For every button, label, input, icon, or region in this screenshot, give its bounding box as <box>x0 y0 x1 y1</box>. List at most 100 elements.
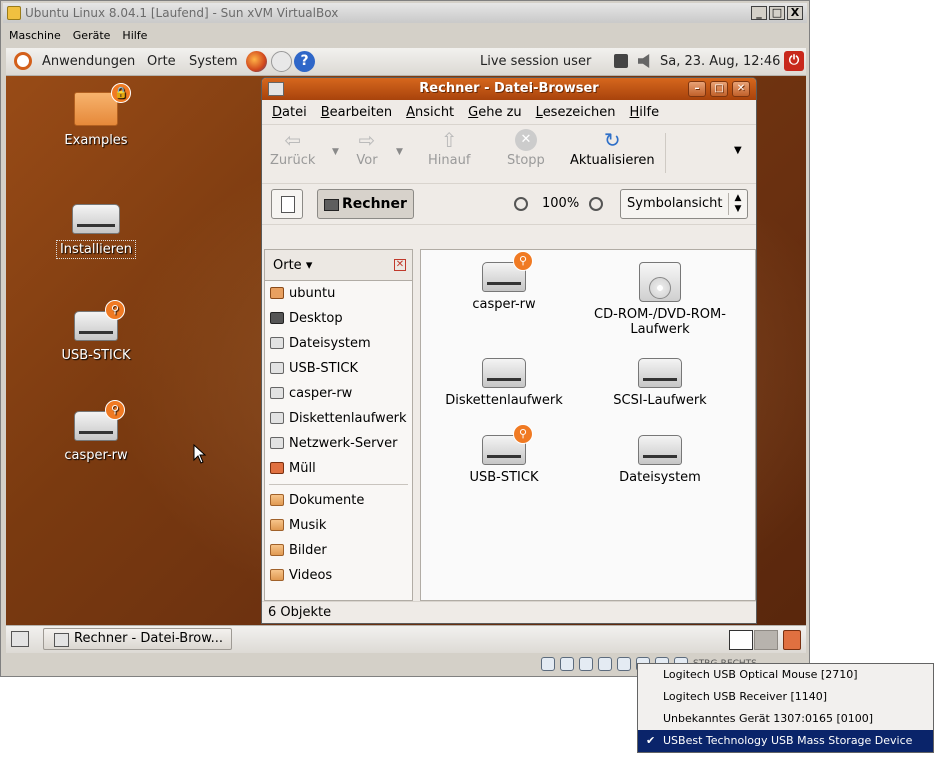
mail-icon[interactable] <box>271 51 292 72</box>
usb-badge-icon: ⚲ <box>513 251 533 271</box>
desktop-icon-usb-stick[interactable]: ⚲ USB-STICK <box>41 300 151 364</box>
sidebar-item-muell[interactable]: Müll <box>265 456 412 481</box>
item-scsi-laufwerk[interactable]: SCSI-Laufwerk <box>585 358 735 408</box>
zoom-out-icon[interactable] <box>514 197 528 211</box>
vbox-menu-hilfe[interactable]: Hilfe <box>122 29 147 42</box>
vbox-menu-geraete[interactable]: Geräte <box>73 29 111 42</box>
vbox-close-button[interactable]: X <box>787 6 803 20</box>
sidebar-item-usb-stick[interactable]: USB-STICK <box>265 356 412 381</box>
up-button[interactable]: ⇧ Hinauf <box>428 129 470 168</box>
sidebar-type-dropdown[interactable]: Orte ▾ <box>273 258 312 273</box>
vbox-menu-maschine[interactable]: Maschine <box>9 29 61 42</box>
toggle-location-edit-button[interactable] <box>271 189 303 219</box>
forward-arrow-icon: ⇨ <box>358 128 376 152</box>
floppy-status-icon[interactable] <box>579 657 593 671</box>
zoom-level[interactable]: 100% <box>542 196 579 211</box>
menu-bearbeiten[interactable]: Bearbeiten <box>321 105 392 120</box>
menu-datei[interactable]: Datei <box>272 105 307 120</box>
usb-drive-icon <box>270 362 284 374</box>
forward-history-dropdown[interactable]: ▼ <box>396 147 403 157</box>
maximize-button[interactable]: □ <box>710 81 728 97</box>
toolbar-overflow-icon[interactable]: ▼ <box>734 145 742 156</box>
sidebar-item-diskettenlaufwerk[interactable]: Diskettenlaufwerk <box>265 406 412 431</box>
ubuntu-logo-icon[interactable] <box>14 52 32 70</box>
sidebar-item-dokumente[interactable]: Dokumente <box>265 488 412 513</box>
back-button[interactable]: ⇦ Zurück <box>270 129 315 168</box>
trash-applet-icon[interactable] <box>783 630 801 650</box>
desktop-icon-casper-rw[interactable]: ⚲ casper-rw <box>41 400 151 464</box>
item-casper-rw[interactable]: ⚲ casper-rw <box>429 251 579 312</box>
menu-anwendungen[interactable]: Anwendungen <box>42 54 135 69</box>
item-usb-stick[interactable]: ⚲ USB-STICK <box>429 424 579 485</box>
sidebar-item-netzwerk-server[interactable]: Netzwerk-Server <box>265 431 412 456</box>
folder-icon <box>270 519 284 531</box>
volume-icon[interactable] <box>638 54 650 68</box>
desktop-icon-installieren[interactable]: Installieren <box>41 204 151 259</box>
taskbar-button-file-browser[interactable]: Rechner - Datei-Brow... <box>43 628 232 650</box>
zoom-in-icon[interactable] <box>589 197 603 211</box>
usb-drive-icon: ⚲ <box>482 424 533 465</box>
network-status-icon[interactable] <box>598 657 612 671</box>
menu-system[interactable]: System <box>189 54 237 69</box>
sidebar-item-ubuntu[interactable]: ubuntu <box>265 281 412 306</box>
sidebar-item-videos[interactable]: Videos <box>265 563 412 588</box>
harddisk-status-icon[interactable] <box>541 657 555 671</box>
stop-button[interactable]: ✕ Stopp <box>507 129 545 168</box>
sidebar-item-casper-rw[interactable]: casper-rw <box>265 381 412 406</box>
usb-badge-icon: ⚲ <box>105 400 125 420</box>
folder-icon <box>270 494 284 506</box>
window-menu-icon[interactable] <box>268 82 284 96</box>
firefox-icon[interactable] <box>246 51 267 72</box>
sidebar-close-icon[interactable]: ✕ <box>394 259 406 271</box>
session-user[interactable]: Live session user <box>480 54 591 69</box>
sidebar-item-desktop[interactable]: Desktop <box>265 306 412 331</box>
reload-button[interactable]: ↻ Aktualisieren <box>570 129 655 168</box>
usb-device-item[interactable]: Logitech USB Optical Mouse [2710] <box>638 664 933 686</box>
trash-icon <box>270 462 284 474</box>
usb-device-label: Logitech USB Optical Mouse [2710] <box>663 668 858 681</box>
usb-status-icon[interactable] <box>617 657 631 671</box>
sidebar-item-musik[interactable]: Musik <box>265 513 412 538</box>
item-cdrom-drive[interactable]: CD-ROM-/DVD-ROM-Laufwerk <box>585 262 735 337</box>
view-mode-select[interactable]: Symbolansicht ▲ ▼ <box>620 189 748 219</box>
show-desktop-icon[interactable] <box>11 631 29 647</box>
usb-device-item[interactable]: Unbekanntes Gerät 1307:0165 [0100] <box>638 708 933 730</box>
vbox-title-bar[interactable]: Ubuntu Linux 8.04.1 [Laufend] - Sun xVM … <box>3 3 807 23</box>
sidebar-item-dateisystem[interactable]: Dateisystem <box>265 331 412 356</box>
clock[interactable]: Sa, 23. Aug, 12:46 <box>660 54 780 69</box>
forward-button[interactable]: ⇨ Vor <box>356 129 378 168</box>
menu-ansicht[interactable]: Ansicht <box>406 105 454 120</box>
usb-device-item[interactable]: ✔ USBest Technology USB Mass Storage Devi… <box>638 730 933 769</box>
guest-screen[interactable]: Anwendungen Orte System ? Live session u… <box>6 48 806 653</box>
close-button[interactable]: ✕ <box>732 81 750 97</box>
menu-gehe-zu[interactable]: Gehe zu <box>468 105 522 120</box>
workspace-1[interactable] <box>729 630 753 650</box>
stop-icon: ✕ <box>514 129 537 151</box>
menu-hilfe[interactable]: Hilfe <box>630 105 660 120</box>
workspace-2[interactable] <box>754 630 778 650</box>
help-icon[interactable]: ? <box>294 51 315 72</box>
item-label: casper-rw <box>472 297 536 312</box>
vbox-menubar: Maschine Geräte Hilfe <box>3 24 807 46</box>
file-browser-title-bar[interactable]: Rechner - Datei-Browser – □ ✕ <box>262 78 756 100</box>
sidebar-item-bilder[interactable]: Bilder <box>265 538 412 563</box>
vbox-maximize-button[interactable]: □ <box>769 6 785 20</box>
power-icon[interactable]: ⏻ <box>784 51 804 71</box>
back-history-dropdown[interactable]: ▼ <box>332 147 339 157</box>
desktop-icon-examples[interactable]: 🔒 Examples <box>41 83 151 149</box>
vbox-minimize-button[interactable]: _ <box>751 6 767 20</box>
menu-orte[interactable]: Orte <box>147 54 176 69</box>
minimize-button[interactable]: – <box>688 81 706 97</box>
network-icon[interactable] <box>614 54 628 68</box>
usb-device-item[interactable]: Logitech USB Receiver [1140] <box>638 686 933 708</box>
item-diskettenlaufwerk[interactable]: Diskettenlaufwerk <box>429 358 579 408</box>
path-button-rechner[interactable]: Rechner <box>317 189 414 219</box>
menu-lesezeichen[interactable]: Lesezeichen <box>536 105 616 120</box>
cdrom-status-icon[interactable] <box>560 657 574 671</box>
folder-icon <box>270 544 284 556</box>
item-label: Diskettenlaufwerk <box>445 393 563 408</box>
icon-view[interactable]: ⚲ casper-rw CD-ROM-/DVD-ROM-Laufwerk Dis… <box>420 249 756 601</box>
virtualbox-window: Ubuntu Linux 8.04.1 [Laufend] - Sun xVM … <box>0 0 810 677</box>
item-dateisystem[interactable]: Dateisystem <box>585 435 735 485</box>
sidebar-title: Orte <box>273 258 302 273</box>
